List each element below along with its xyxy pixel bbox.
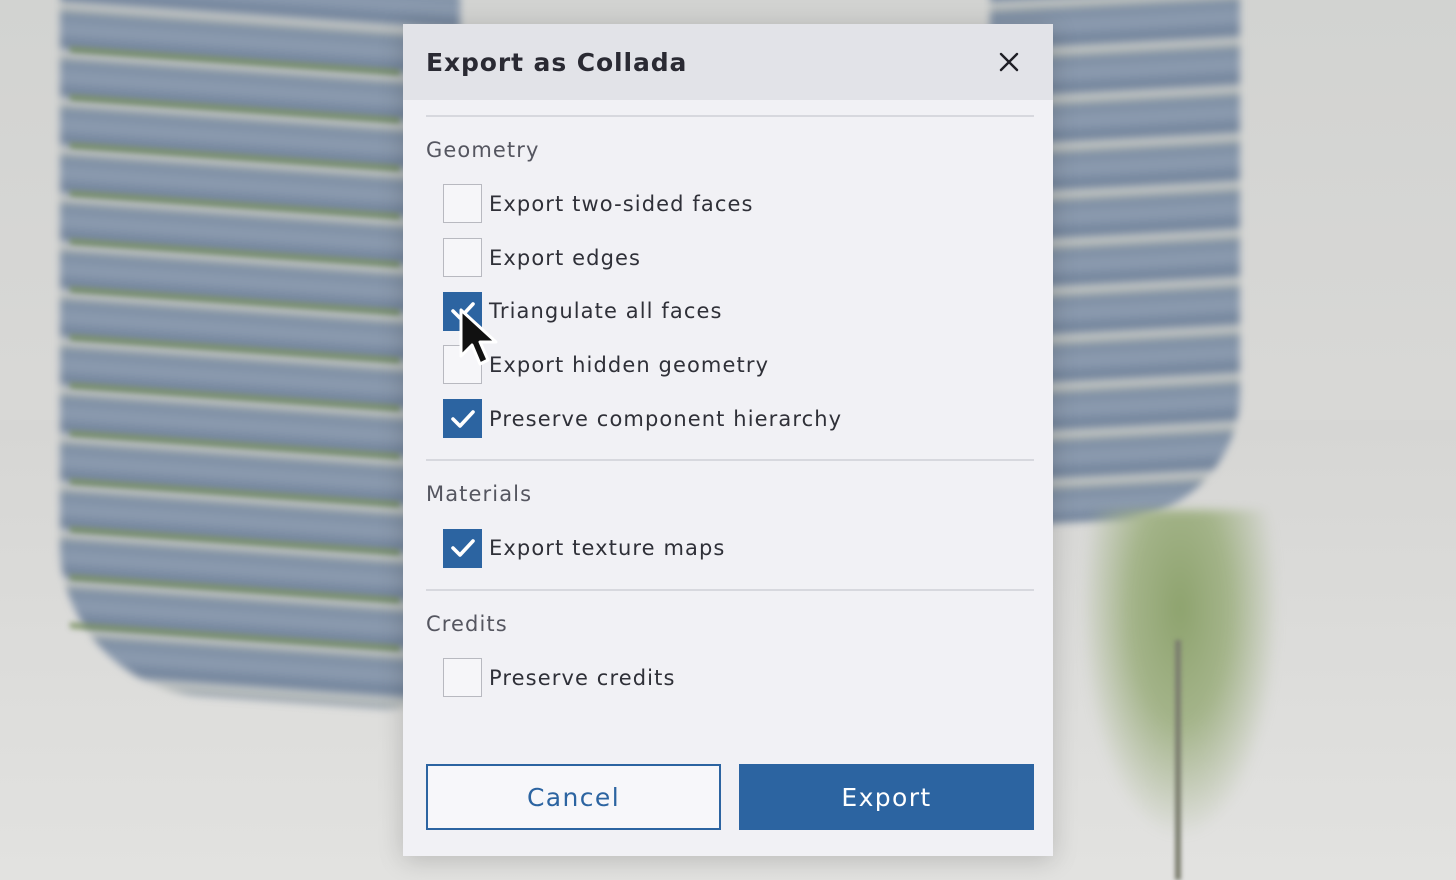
materials-options: Export texture maps xyxy=(426,521,1034,575)
building-plants xyxy=(70,8,400,692)
option-row[interactable]: Export hidden geometry xyxy=(426,338,1034,392)
tree-trunk xyxy=(1175,640,1181,880)
option-row[interactable]: Preserve credits xyxy=(426,651,1034,705)
export-button[interactable]: Export xyxy=(739,764,1034,830)
check-icon xyxy=(450,539,475,558)
option-row[interactable]: Export two-sided faces xyxy=(426,177,1034,231)
checkbox[interactable] xyxy=(443,528,482,568)
option-label: Triangulate all faces xyxy=(489,299,723,324)
option-label: Export two-sided faces xyxy=(489,191,754,216)
option-row[interactable]: Export texture maps xyxy=(426,521,1034,575)
section-materials: Materials Export texture maps xyxy=(426,482,1034,589)
section-geometry: Geometry Export two-sided faces Export ed… xyxy=(426,138,1034,459)
dialog-title: Export as Collada xyxy=(426,47,688,77)
option-label: Export texture maps xyxy=(489,536,726,561)
checkbox[interactable] xyxy=(443,238,482,278)
credits-options: Preserve credits xyxy=(426,651,1034,705)
check-icon xyxy=(450,409,475,428)
section-title-credits: Credits xyxy=(426,612,508,637)
dialog-header: Export as Collada xyxy=(403,24,1053,100)
checkbox[interactable] xyxy=(443,399,482,439)
option-row[interactable]: Preserve component hierarchy xyxy=(426,392,1034,446)
dialog-footer: Cancel Export xyxy=(426,764,1034,830)
divider xyxy=(426,589,1034,592)
section-credits: Credits Preserve credits xyxy=(426,612,1034,719)
checkbox[interactable] xyxy=(443,184,482,224)
section-title-geometry: Geometry xyxy=(426,138,540,162)
option-label: Preserve credits xyxy=(489,665,676,690)
export-dialog: Export as Collada Geometry Export two-si… xyxy=(403,24,1053,856)
checkbox[interactable] xyxy=(443,291,482,331)
option-row[interactable]: Triangulate all faces xyxy=(426,284,1034,338)
geometry-options: Export two-sided faces Export edges Triang… xyxy=(426,177,1034,445)
option-label: Export hidden geometry xyxy=(489,352,770,377)
option-label: Preserve component hierarchy xyxy=(489,406,843,431)
option-row[interactable]: Export edges xyxy=(426,231,1034,285)
checkbox[interactable] xyxy=(443,345,482,385)
checkbox[interactable] xyxy=(443,658,482,698)
option-label: Export edges xyxy=(489,245,642,270)
check-icon xyxy=(450,302,475,321)
cancel-button[interactable]: Cancel xyxy=(426,764,721,830)
close-icon xyxy=(999,52,1019,72)
divider xyxy=(426,459,1034,462)
dialog-body: Geometry Export two-sided faces Export ed… xyxy=(403,100,1053,719)
close-button[interactable] xyxy=(993,46,1025,78)
section-title-materials: Materials xyxy=(426,482,533,507)
divider xyxy=(426,115,1034,117)
